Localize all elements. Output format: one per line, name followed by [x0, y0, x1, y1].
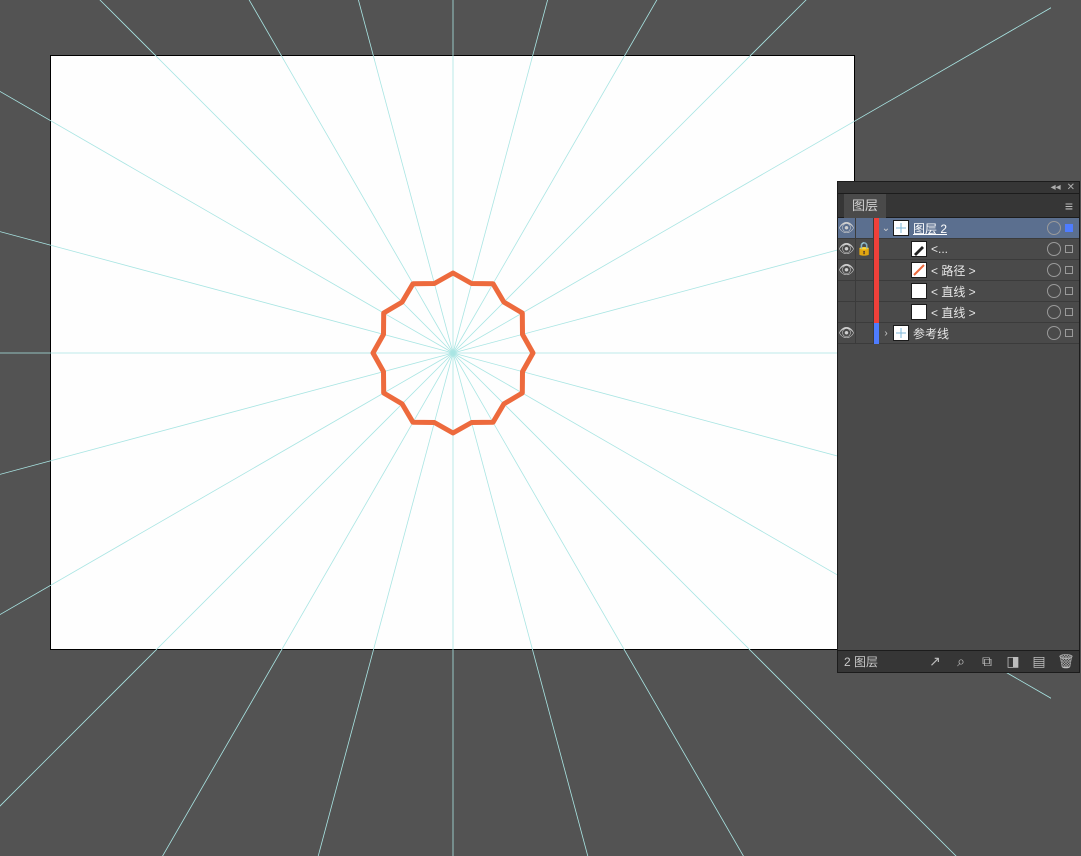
layer-row[interactable]: 👁 < 路径 > — [838, 260, 1079, 281]
target-icon[interactable] — [1047, 221, 1061, 235]
layer-thumbnail[interactable] — [911, 241, 927, 257]
target-icon[interactable] — [1047, 305, 1061, 319]
selection-indicator[interactable] — [1065, 266, 1073, 274]
collapse-icon[interactable]: ◂◂ — [1051, 182, 1061, 193]
visibility-toggle[interactable]: 👁 — [838, 323, 856, 344]
panel-tabs: 图层 ≡ — [838, 194, 1079, 218]
indent — [879, 302, 897, 323]
tab-layers[interactable]: 图层 — [844, 194, 886, 218]
search-icon[interactable]: ⌕ — [953, 653, 969, 670]
target-icon[interactable] — [1047, 284, 1061, 298]
new-sublayer-icon[interactable]: ◨ — [1005, 653, 1021, 670]
panel-menu-icon[interactable]: ≡ — [1065, 198, 1073, 214]
layer-name-label[interactable]: 图层 2 — [913, 220, 1043, 237]
layer-row[interactable]: < 直线 > — [838, 281, 1079, 302]
lock-toggle[interactable] — [856, 260, 874, 281]
trash-icon[interactable]: 🗑 — [1057, 653, 1073, 670]
expand-toggle[interactable]: › — [879, 328, 893, 339]
layer-row[interactable]: 👁 ⌄ 图层 2 — [838, 218, 1079, 239]
layers-panel: ◂◂ ✕ 图层 ≡ 👁⌄图层 2👁🔒<...👁< 路径 >< 直线 >< 直线 … — [837, 181, 1080, 673]
visibility-toggle[interactable] — [838, 302, 856, 323]
layer-thumbnail[interactable] — [893, 325, 909, 341]
locate-icon[interactable]: ↗ — [927, 653, 943, 670]
collect-icon[interactable]: ⧉ — [979, 653, 995, 670]
panel-titlebar[interactable]: ◂◂ ✕ — [838, 182, 1079, 194]
visibility-toggle[interactable] — [838, 281, 856, 302]
layer-thumbnail[interactable] — [911, 304, 927, 320]
panel-footer: 2 图层 ↗ ⌕ ⧉ ◨ ▤ 🗑 — [838, 650, 1079, 672]
layer-row[interactable]: 👁 › 参考线 — [838, 323, 1079, 344]
selection-indicator[interactable] — [1065, 329, 1073, 337]
layer-name-label[interactable]: < 路径 > — [931, 262, 1043, 279]
close-icon[interactable]: ✕ — [1067, 182, 1075, 193]
target-icon[interactable] — [1047, 242, 1061, 256]
expand-toggle[interactable]: ⌄ — [879, 223, 893, 234]
lock-toggle[interactable] — [856, 218, 874, 239]
layer-name-label[interactable]: < 直线 > — [931, 304, 1043, 321]
workspace: ◂◂ ✕ 图层 ≡ 👁⌄图层 2👁🔒<...👁< 路径 >< 直线 >< 直线 … — [0, 0, 1081, 735]
indent — [879, 239, 897, 260]
layer-row[interactable]: 👁🔒 <... — [838, 239, 1079, 260]
selection-indicator[interactable] — [1065, 308, 1073, 316]
layer-name-label[interactable]: 参考线 — [913, 325, 1043, 342]
new-layer-icon[interactable]: ▤ — [1031, 653, 1047, 670]
indent — [879, 260, 897, 281]
layer-name-label[interactable]: <... — [931, 242, 1043, 256]
visibility-toggle[interactable]: 👁 — [838, 218, 856, 239]
layer-thumbnail[interactable] — [911, 283, 927, 299]
lock-toggle[interactable] — [856, 323, 874, 344]
lock-toggle[interactable]: 🔒 — [856, 239, 874, 260]
visibility-toggle[interactable]: 👁 — [838, 260, 856, 281]
layer-thumbnail[interactable] — [893, 220, 909, 236]
lock-toggle[interactable] — [856, 281, 874, 302]
selection-indicator[interactable] — [1065, 245, 1073, 253]
layer-thumbnail[interactable] — [911, 262, 927, 278]
layer-list: 👁⌄图层 2👁🔒<...👁< 路径 >< 直线 >< 直线 >👁›参考线 — [838, 218, 1079, 650]
target-icon[interactable] — [1047, 263, 1061, 277]
selection-indicator[interactable] — [1065, 287, 1073, 295]
lock-toggle[interactable] — [856, 302, 874, 323]
layer-count-label: 2 图层 — [844, 653, 917, 670]
layer-name-label[interactable]: < 直线 > — [931, 283, 1043, 300]
target-icon[interactable] — [1047, 326, 1061, 340]
artboard[interactable] — [50, 55, 855, 650]
indent — [879, 281, 897, 302]
layer-row[interactable]: < 直线 > — [838, 302, 1079, 323]
visibility-toggle[interactable]: 👁 — [838, 239, 856, 260]
selection-indicator[interactable] — [1065, 224, 1073, 232]
